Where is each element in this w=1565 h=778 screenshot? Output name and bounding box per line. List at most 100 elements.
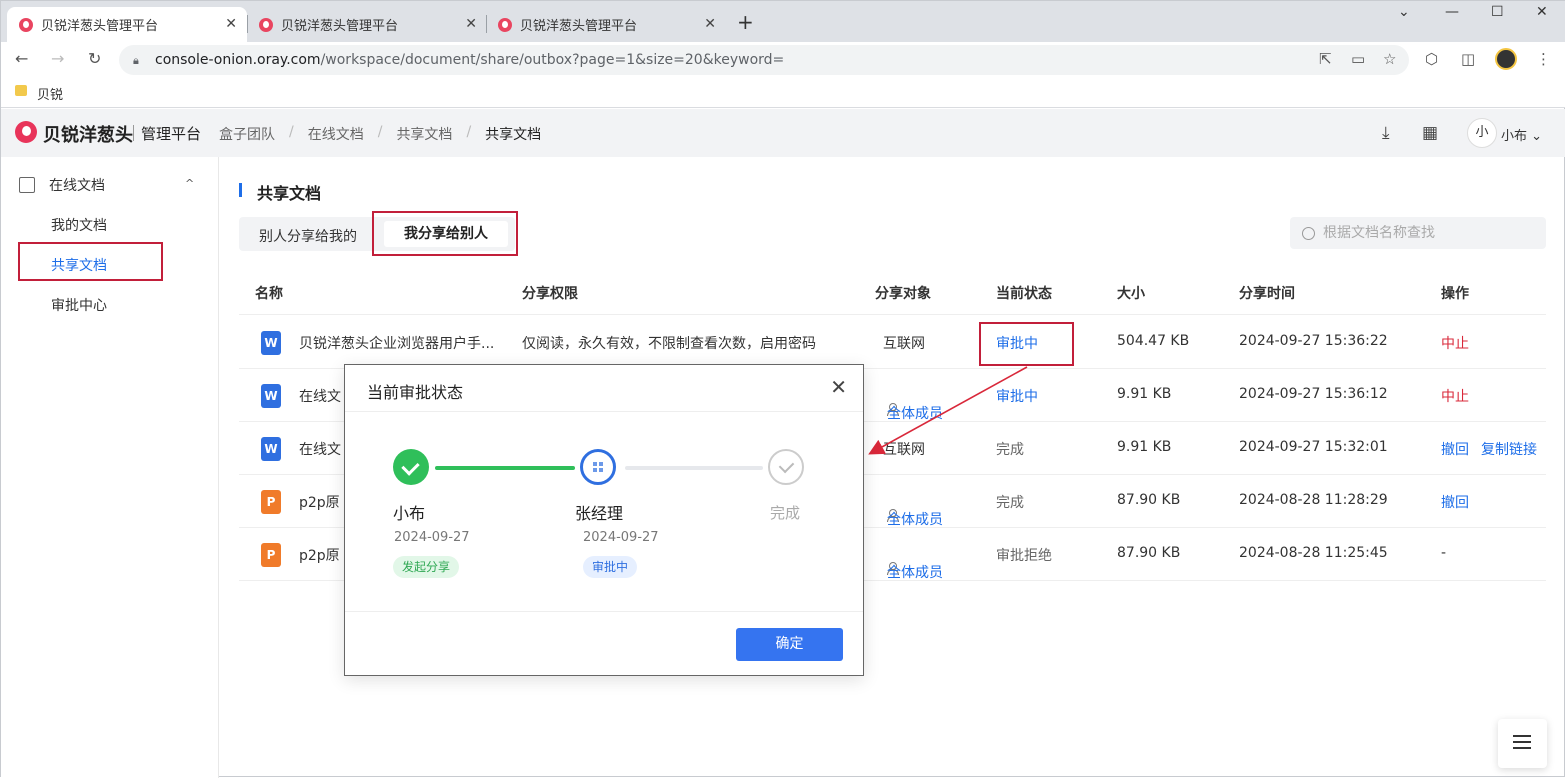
lock-icon: 🔒︎ [133,54,139,67]
breadcrumb-separator: / [289,124,294,140]
check-icon [393,449,429,485]
breadcrumb: 盒子团队 / 在线文档 / 共享文档 / 共享文档 [219,124,541,144]
floating-menu-button[interactable] [1498,719,1547,768]
file-size: 9.91 KB [1117,386,1172,402]
word-file-icon: W [261,437,281,461]
dialog-title: 当前审批状态 [367,383,464,402]
step-name: 张经理 [575,504,624,523]
app-header: 贝锐洋葱头 管理平台 盒子团队 / 在线文档 / 共享文档 / 共享文档 ⤓ ▦… [1,109,1565,157]
app-favicon-icon [19,17,33,32]
search-input[interactable] [1323,225,1523,241]
browser-tab-2[interactable]: 贝锐洋葱头管理平台 ✕ [247,7,487,42]
status-badge[interactable]: 审批中 [996,386,1038,406]
sidebar-group-online-docs[interactable]: 在线文档 [19,175,105,195]
profile-avatar[interactable] [1495,48,1517,70]
file-name[interactable]: p2p原 [299,545,340,565]
file-name[interactable]: 在线文 [299,386,341,406]
step-date: 2024-09-27 [583,530,659,545]
sidebar-group-label: 在线文档 [49,178,105,194]
stop-button[interactable]: 中止 [1441,333,1469,353]
step-tag: 发起分享 [393,556,460,578]
status-badge: 完成 [996,495,1024,511]
extensions-icon[interactable]: ⬡ [1425,50,1438,68]
download-icon[interactable]: ⤓ [1382,123,1390,143]
column-header: 分享对象 [875,286,931,302]
share-target: 互联网 [883,442,925,458]
sidebar-item-my-docs[interactable]: 我的文档 [51,215,107,235]
annotation-highlight-box [372,211,518,256]
breadcrumb-item[interactable]: 在线文档 [308,124,364,144]
breadcrumb-separator: / [377,124,383,140]
browser-window: 贝锐洋葱头管理平台 ✕ 贝锐洋葱头管理平台 ✕ 贝锐洋葱头管理平台 ✕ + ⌄ … [0,0,1565,778]
step-name: 完成 [770,504,801,522]
breadcrumb-separator: / [466,124,472,140]
copy-link-button[interactable]: 复制链接 [1481,439,1537,459]
url-host: console-onion.oray.com [155,52,321,68]
user-name: 小布 [1501,129,1528,144]
install-app-icon[interactable]: ▭ [1351,50,1365,68]
address-bar[interactable]: 🔒︎ console-onion.oray.com/workspace/docu… [119,45,1409,75]
document-icon [19,177,35,193]
share-target-label[interactable]: 全体成员 [887,403,943,423]
breadcrumb-item[interactable]: 盒子团队 [219,124,275,144]
word-file-icon: W [261,331,281,355]
bookmark-star-icon[interactable]: ☆ [1383,50,1396,68]
maximize-icon[interactable]: ☐ [1491,4,1504,20]
share-target-label[interactable]: 全体成员 [887,509,943,529]
divider [345,611,863,612]
close-tab-icon[interactable]: ✕ [465,16,477,32]
share-target-label[interactable]: 全体成员 [887,562,943,582]
logo-divider [133,125,134,141]
onion-logo-icon [15,121,37,143]
side-panel-icon[interactable]: ◫ [1461,50,1475,68]
stop-button[interactable]: 中止 [1441,386,1469,406]
new-tab-icon[interactable]: + [737,10,754,34]
search-icon [1302,226,1315,240]
chevron-down-icon: ⌄ [1531,129,1543,144]
file-name[interactable]: p2p原 [299,492,340,512]
forward-icon[interactable]: → [51,49,64,68]
chevron-up-icon[interactable]: ^ [185,177,194,190]
progress-line-done [435,466,575,470]
column-header: 大小 [1117,286,1145,302]
close-icon[interactable]: ✕ [830,375,847,399]
browser-tab-3[interactable]: 贝锐洋葱头管理平台 ✕ [486,7,726,42]
tab-title: 贝锐洋葱头管理平台 [281,19,399,34]
avatar[interactable]: 小 [1467,118,1497,148]
minimize-icon[interactable]: — [1445,4,1459,20]
browser-tab-1[interactable]: 贝锐洋葱头管理平台 ✕ [7,7,247,42]
tab-search-chevron-icon[interactable]: ⌄ [1398,4,1410,20]
close-tab-icon[interactable]: ✕ [225,16,237,32]
revoke-button[interactable]: 撤回 [1441,439,1469,459]
file-name[interactable]: 贝锐洋葱头企业浏览器用户手... [299,333,494,353]
user-menu[interactable]: 小布 ⌄ [1501,125,1542,144]
divider [345,411,863,412]
qrcode-icon[interactable]: ▦ [1422,123,1438,143]
menu-icon[interactable]: ⋮ [1536,50,1551,68]
share-icon[interactable]: ⇱ [1319,50,1332,68]
tab-shared-with-me[interactable]: 别人分享给我的 [259,226,357,246]
share-time: 2024-08-28 11:25:45 [1239,545,1388,561]
column-header: 操作 [1441,286,1469,302]
bookmark-item[interactable]: 贝锐 [37,84,63,103]
column-header: 分享时间 [1239,286,1295,302]
approval-status-dialog: 当前审批状态 ✕ 小布 2024-09-27 发起分享 张经理 2024-09-… [344,364,864,676]
close-window-icon[interactable]: ✕ [1536,4,1548,20]
sidebar-item-approval-center[interactable]: 审批中心 [51,295,107,315]
tab-title: 贝锐洋葱头管理平台 [41,19,159,34]
bookmarks-bar: 贝锐 [1,78,1565,108]
file-name[interactable]: 在线文 [299,439,341,459]
logo-text: 贝锐洋葱头 [43,125,133,146]
table-row[interactable]: W 贝锐洋葱头企业浏览器用户手... 仅阅读，永久有效，不限制查看次数，启用密码… [239,316,1546,369]
file-size: 87.90 KB [1117,545,1181,561]
reload-icon[interactable]: ↻ [88,49,101,68]
share-permission: 仅阅读，永久有效，不限制查看次数，启用密码 [522,336,816,352]
revoke-button[interactable]: 撤回 [1441,492,1469,512]
folder-icon [15,85,27,96]
close-tab-icon[interactable]: ✕ [704,16,716,32]
confirm-button[interactable]: 确定 [736,628,843,661]
breadcrumb-item[interactable]: 共享文档 [396,124,452,144]
share-time: 2024-08-28 11:28:29 [1239,492,1388,508]
back-icon[interactable]: ← [15,49,28,68]
app-favicon-icon [259,17,273,32]
